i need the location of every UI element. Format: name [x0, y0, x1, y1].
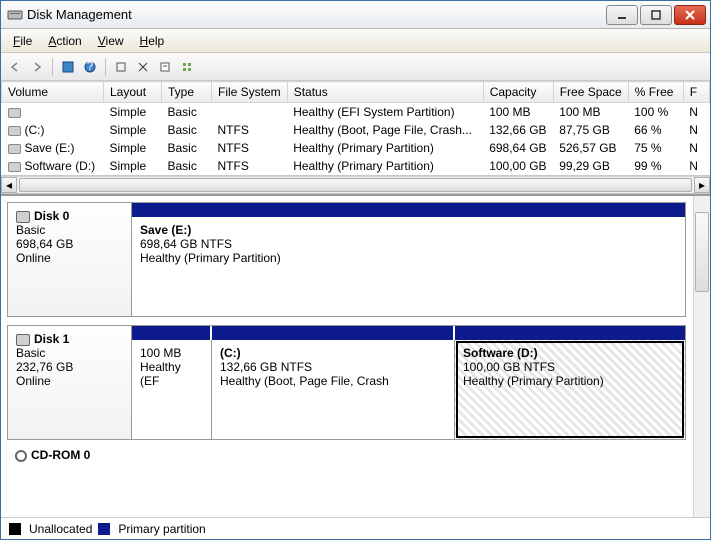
legend-unallocated-swatch: [9, 523, 21, 535]
legend-unallocated-label: Unallocated: [29, 522, 92, 536]
partition-header-bar: [132, 203, 685, 217]
col-f[interactable]: F: [683, 82, 709, 103]
col-layout[interactable]: Layout: [104, 82, 162, 103]
partition-header-bar: [132, 326, 685, 340]
minimize-button[interactable]: [606, 5, 638, 25]
menubar: File Action View Help: [1, 29, 710, 53]
drive-icon: [8, 108, 21, 118]
separator: [52, 58, 53, 76]
properties-icon[interactable]: [155, 57, 175, 77]
disk-0-partitions: Save (E:) 698,64 GB NTFS Healthy (Primar…: [132, 203, 685, 316]
vertical-scrollbar[interactable]: [693, 196, 710, 517]
horizontal-scrollbar[interactable]: ◂ ▸: [1, 176, 710, 194]
forward-button[interactable]: [27, 57, 47, 77]
scroll-thumb[interactable]: [695, 212, 709, 292]
disk-0-info: Disk 0 Basic 698,64 GB Online: [8, 203, 132, 316]
list-icon[interactable]: [177, 57, 197, 77]
close-button[interactable]: [674, 5, 706, 25]
disk-icon: [16, 334, 30, 346]
col-volume[interactable]: Volume: [2, 82, 104, 103]
col-pctfree[interactable]: % Free: [628, 82, 683, 103]
table-row[interactable]: SimpleBasicHealthy (EFI System Partition…: [2, 103, 710, 122]
disk-1-partitions: 100 MB Healthy (EF (C:) 132,66 GB NTFS H…: [132, 326, 685, 439]
window-title: Disk Management: [27, 7, 604, 22]
table-row[interactable]: (C:)SimpleBasicNTFSHealthy (Boot, Page F…: [2, 121, 710, 139]
menu-help[interactable]: Help: [132, 32, 173, 50]
back-button[interactable]: [5, 57, 25, 77]
menu-view[interactable]: View: [90, 32, 132, 50]
volume-table: Volume Layout Type File System Status Ca…: [1, 81, 710, 176]
partition-c[interactable]: (C:) 132,66 GB NTFS Healthy (Boot, Page …: [212, 340, 455, 439]
partition-efi[interactable]: 100 MB Healthy (EF: [132, 340, 212, 439]
table-header: Volume Layout Type File System Status Ca…: [2, 82, 710, 103]
legend-primary-swatch: [98, 523, 110, 535]
legend-primary-label: Primary partition: [118, 522, 205, 536]
disk-1-info: Disk 1 Basic 232,76 GB Online: [8, 326, 132, 439]
separator: [105, 58, 106, 76]
col-filesystem[interactable]: File System: [212, 82, 288, 103]
partition-software-d[interactable]: Software (D:) 100,00 GB NTFS Healthy (Pr…: [455, 340, 685, 439]
disk-1-row[interactable]: Disk 1 Basic 232,76 GB Online 100 MB Hea…: [7, 325, 686, 440]
col-status[interactable]: Status: [287, 82, 483, 103]
cdrom-icon: [15, 450, 27, 462]
col-type[interactable]: Type: [162, 82, 212, 103]
disk-0-row[interactable]: Disk 0 Basic 698,64 GB Online Save (E:) …: [7, 202, 686, 317]
tool-icon[interactable]: [111, 57, 131, 77]
refresh-icon[interactable]: [58, 57, 78, 77]
drive-icon: [8, 162, 21, 172]
partition-save-e[interactable]: Save (E:) 698,64 GB NTFS Healthy (Primar…: [132, 217, 685, 316]
svg-text:?: ?: [87, 61, 94, 73]
scroll-left-icon[interactable]: ◂: [1, 177, 17, 193]
scroll-thumb[interactable]: [19, 178, 692, 192]
table-row[interactable]: Software (D:)SimpleBasicNTFSHealthy (Pri…: [2, 157, 710, 175]
cdrom-0-row[interactable]: CD-ROM 0: [1, 448, 692, 462]
legend: Unallocated Primary partition: [1, 517, 710, 539]
delete-icon[interactable]: [133, 57, 153, 77]
col-freespace[interactable]: Free Space: [553, 82, 628, 103]
drive-icon: [8, 126, 21, 136]
app-icon: [7, 7, 23, 23]
maximize-button[interactable]: [640, 5, 672, 25]
menu-file[interactable]: File: [5, 32, 40, 50]
col-capacity[interactable]: Capacity: [483, 82, 553, 103]
menu-action[interactable]: Action: [40, 32, 89, 50]
toolbar: ?: [1, 53, 710, 81]
disk-icon: [16, 211, 30, 223]
help-icon[interactable]: ?: [80, 57, 100, 77]
graphical-view: Disk 0 Basic 698,64 GB Online Save (E:) …: [1, 194, 710, 517]
disk-management-window: Disk Management File Action View Help ? …: [0, 0, 711, 540]
titlebar[interactable]: Disk Management: [1, 1, 710, 29]
drive-icon: [8, 144, 21, 154]
table-row[interactable]: Save (E:)SimpleBasicNTFSHealthy (Primary…: [2, 139, 710, 157]
scroll-right-icon[interactable]: ▸: [694, 177, 710, 193]
